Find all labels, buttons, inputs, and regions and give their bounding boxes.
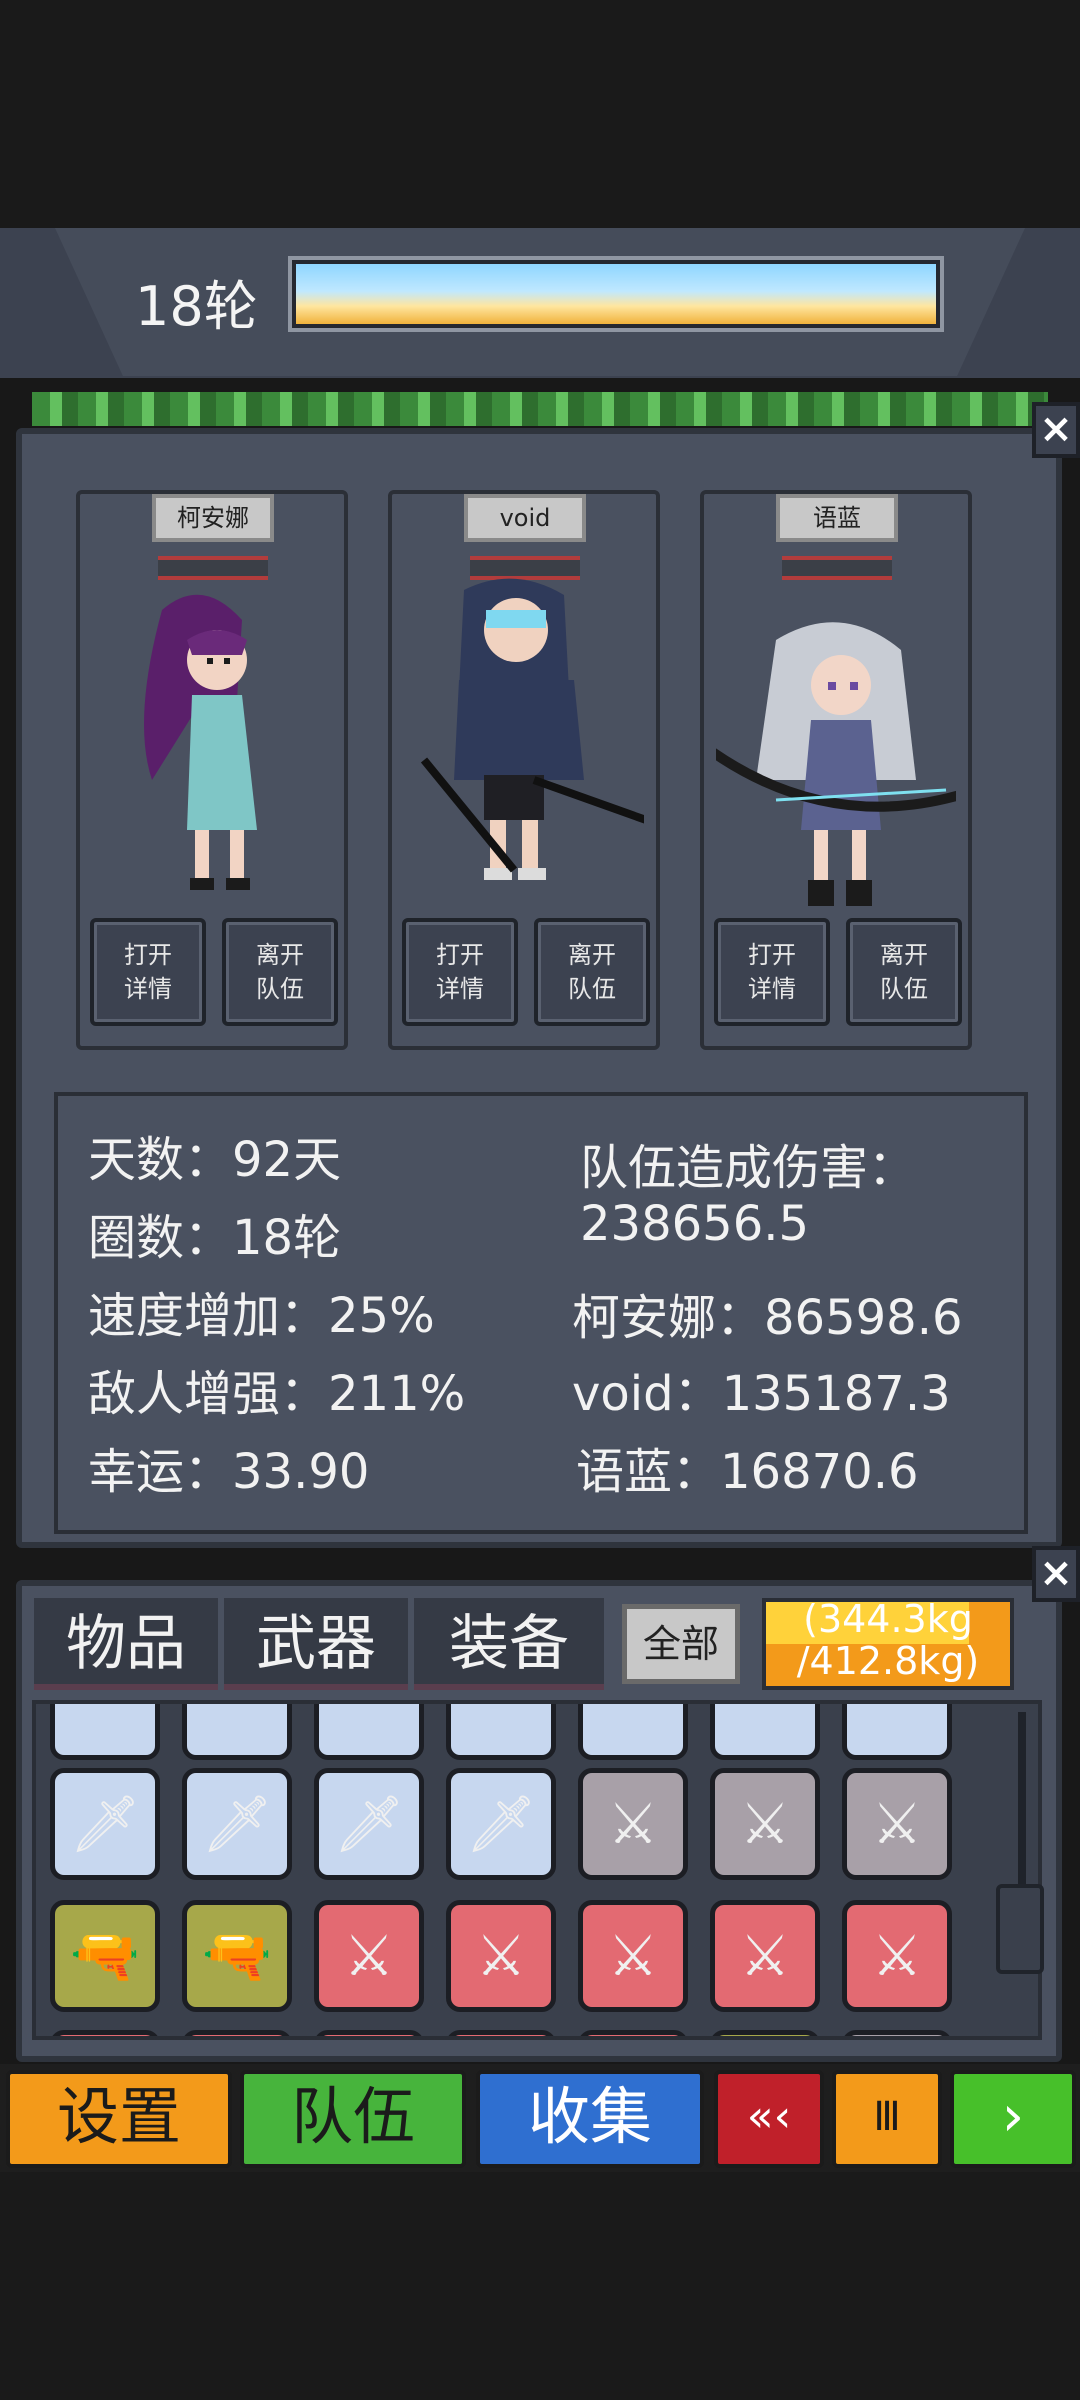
stat-damage-member-2: void：135187.3 bbox=[572, 1366, 951, 1422]
stat-rounds: 圈数：18轮 bbox=[88, 1210, 342, 1266]
inventory-slot[interactable] bbox=[710, 2030, 820, 2036]
inventory-close-icon[interactable]: × bbox=[1032, 1546, 1080, 1602]
inventory-slot[interactable] bbox=[182, 2030, 292, 2036]
inventory-scroll-thumb[interactable] bbox=[996, 1884, 1044, 1974]
top-letterbox bbox=[0, 0, 1080, 228]
play-button[interactable]: › bbox=[950, 2070, 1076, 2168]
member-details-button-1[interactable]: 打开 详情 bbox=[90, 918, 206, 1026]
sword-icon: 🗡 bbox=[69, 1792, 141, 1857]
twin-blade-icon: ⚔ bbox=[871, 1923, 923, 1989]
inventory-slot[interactable] bbox=[314, 2030, 424, 2036]
team-button[interactable]: 队伍 bbox=[240, 2070, 466, 2168]
round-progress-sky bbox=[296, 264, 936, 324]
inventory-slot-twin-blade[interactable]: ⚔ bbox=[578, 1900, 688, 2012]
inventory-slot[interactable] bbox=[578, 2030, 688, 2036]
inventory-slot-sword[interactable]: 🗡 bbox=[182, 1768, 292, 1880]
twin-blade-icon: ⚔ bbox=[343, 1923, 395, 1989]
inventory-slot-pistol[interactable]: 🔫 bbox=[50, 1900, 160, 2012]
weight-meter-text: (344.3kg /412.8kg) bbox=[766, 1598, 1010, 1690]
weight-max: /412.8kg) bbox=[796, 1639, 980, 1683]
inventory-slot[interactable] bbox=[710, 1704, 820, 1760]
inventory-slot-sword[interactable]: 🗡 bbox=[446, 1768, 556, 1880]
sword-icon: 🗡 bbox=[333, 1792, 405, 1857]
inventory-slot[interactable] bbox=[50, 1704, 160, 1760]
inventory-grid: 🗡 🗡 🗡 🗡 ⚔ ⚔ ⚔ 🔫 🔫 ⚔ ⚔ ⚔ ⚔ ⚔ bbox=[32, 1700, 1042, 2040]
rewind-button[interactable]: «‹ bbox=[714, 2070, 824, 2168]
inventory-slot-twin-blade[interactable]: ⚔ bbox=[314, 1900, 424, 2012]
member-name-1: 柯安娜 bbox=[152, 494, 274, 542]
inventory-slot[interactable] bbox=[314, 1704, 424, 1760]
sword-icon: 🗡 bbox=[201, 1792, 273, 1857]
dagger-icon: ⚔ bbox=[739, 1791, 791, 1857]
inventory-slot-dagger[interactable]: ⚔ bbox=[578, 1768, 688, 1880]
inventory-slot[interactable] bbox=[446, 1704, 556, 1760]
stat-speed: 速度增加：25% bbox=[88, 1288, 435, 1344]
member-leave-button-1[interactable]: 离开 队伍 bbox=[222, 918, 338, 1026]
tab-items[interactable]: 物品 bbox=[34, 1598, 218, 1690]
twin-blade-icon: ⚔ bbox=[739, 1923, 791, 1989]
tab-equipment[interactable]: 装备 bbox=[414, 1598, 604, 1690]
inventory-slot-twin-blade[interactable]: ⚔ bbox=[446, 1900, 556, 2012]
member-leave-button-2[interactable]: 离开 队伍 bbox=[534, 918, 650, 1026]
stat-days: 天数：92天 bbox=[88, 1132, 342, 1188]
weight-current: (344.3kg bbox=[803, 1597, 973, 1641]
inventory-slot[interactable] bbox=[182, 1704, 292, 1760]
map-strip bbox=[32, 392, 1048, 426]
member-sprite-3 bbox=[716, 622, 956, 906]
member-sprite-1 bbox=[144, 594, 257, 890]
inventory-slot[interactable] bbox=[446, 2030, 556, 2036]
inventory-slot-twin-blade[interactable]: ⚔ bbox=[710, 1900, 820, 2012]
round-label: 18轮 bbox=[135, 275, 258, 338]
inventory-slot[interactable] bbox=[842, 2030, 952, 2036]
sword-icon: 🗡 bbox=[465, 1792, 537, 1857]
stat-damage-member-3: 语蓝：16870.6 bbox=[576, 1444, 919, 1500]
settings-button[interactable]: 设置 bbox=[6, 2070, 232, 2168]
tab-weapons[interactable]: 武器 bbox=[224, 1598, 408, 1690]
inventory-slot-sword[interactable]: 🗡 bbox=[314, 1768, 424, 1880]
pause-button[interactable]: Ⅲ bbox=[832, 2070, 942, 2168]
stat-damage-total: 238656.5 bbox=[580, 1196, 810, 1252]
inventory-slot[interactable] bbox=[842, 1704, 952, 1760]
party-close-icon[interactable]: × bbox=[1032, 402, 1080, 458]
member-details-button-3[interactable]: 打开 详情 bbox=[714, 918, 830, 1026]
member-name-2: void bbox=[464, 494, 586, 542]
member-leave-button-3[interactable]: 离开 队伍 bbox=[846, 918, 962, 1026]
inventory-slot-twin-blade[interactable]: ⚔ bbox=[842, 1900, 952, 2012]
bottom-letterbox bbox=[0, 2172, 1080, 2400]
pistol-icon: 🔫 bbox=[202, 1924, 272, 1989]
inventory-slot-sword[interactable]: 🗡 bbox=[50, 1768, 160, 1880]
twin-blade-icon: ⚔ bbox=[475, 1923, 527, 1989]
pistol-icon: 🔫 bbox=[70, 1924, 140, 1989]
member-sprite-2 bbox=[420, 578, 644, 880]
inventory-slot[interactable] bbox=[50, 2030, 160, 2036]
inventory-slot-pistol[interactable]: 🔫 bbox=[182, 1900, 292, 2012]
dagger-icon: ⚔ bbox=[871, 1791, 923, 1857]
filter-all-button[interactable]: 全部 bbox=[622, 1604, 740, 1684]
dagger-icon: ⚔ bbox=[607, 1791, 659, 1857]
collect-button[interactable]: 收集 bbox=[476, 2070, 704, 2168]
stat-enemy-boost: 敌人增强：211% bbox=[88, 1366, 466, 1422]
stat-damage-member-1: 柯安娜：86598.6 bbox=[572, 1290, 963, 1346]
twin-blade-icon: ⚔ bbox=[607, 1923, 659, 1989]
member-details-button-2[interactable]: 打开 详情 bbox=[402, 918, 518, 1026]
stat-damage-title: 队伍造成伤害： bbox=[580, 1140, 917, 1196]
member-hp-bar-1 bbox=[158, 556, 268, 580]
member-hp-bar-3 bbox=[782, 556, 892, 580]
inventory-slot-dagger[interactable]: ⚔ bbox=[842, 1768, 952, 1880]
stat-luck: 幸运：33.90 bbox=[88, 1444, 370, 1500]
inventory-slot-dagger[interactable]: ⚔ bbox=[710, 1768, 820, 1880]
member-name-3: 语蓝 bbox=[776, 494, 898, 542]
inventory-slot[interactable] bbox=[578, 1704, 688, 1760]
